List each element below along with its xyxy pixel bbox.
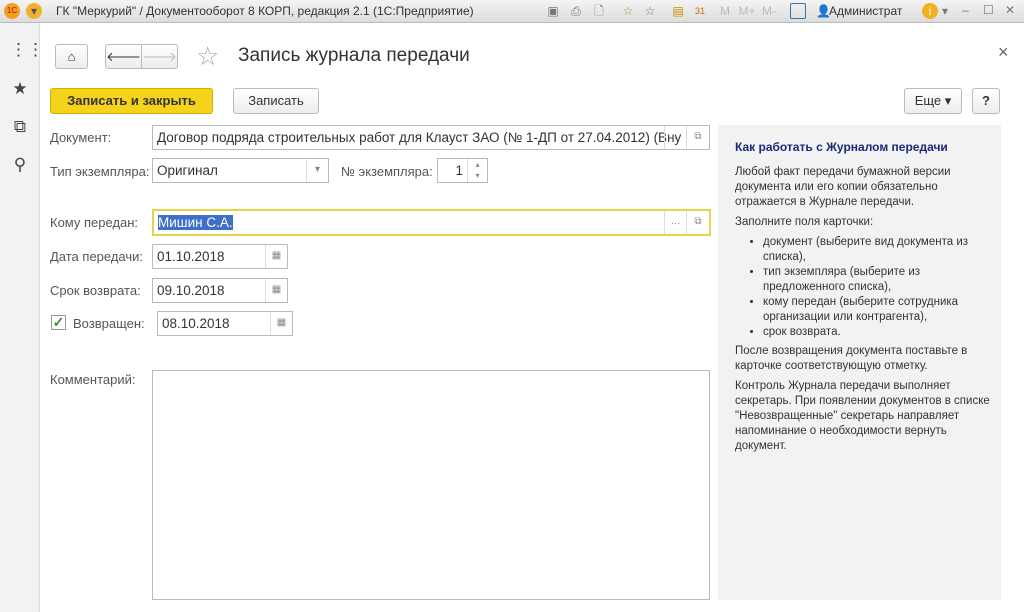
panels-icon[interactable] — [790, 3, 806, 19]
copy-no-label: № экземпляра: — [341, 164, 433, 179]
returned-date-value: 08.10.2018 — [162, 316, 230, 331]
returned-checkbox[interactable]: ✓ — [51, 315, 66, 330]
return-due-field[interactable]: 09.10.2018 ▦ — [152, 278, 288, 303]
recipient-field[interactable]: Мишин С.А. … ⧉ — [152, 209, 711, 236]
menu-grid-icon[interactable]: ⋮⋮ — [10, 40, 44, 60]
print-icon[interactable]: ⎙ — [568, 3, 584, 19]
document-value: Договор подряда строительных работ для К… — [157, 130, 682, 145]
copy-type-value: Оригинал — [157, 163, 218, 178]
page-title: Запись журнала передачи — [238, 45, 470, 66]
window-title: ГК "Меркурий" / Документооборот 8 КОРП, … — [56, 4, 474, 18]
more-label: Еще — [914, 93, 942, 108]
comment-label: Комментарий: — [50, 372, 136, 387]
sidebar: ⋮⋮ ★ ⧉ ⚲ — [0, 23, 44, 612]
help-panel: Как работать с Журналом передачи Любой ф… — [718, 125, 1001, 600]
1c-logo-icon: 1С — [4, 3, 20, 19]
select-button[interactable]: … — [664, 126, 686, 149]
memory-mplus[interactable]: M+ — [737, 3, 757, 19]
save-icon[interactable]: ▣ — [545, 3, 561, 19]
help-list-item: срок возврата. — [763, 325, 991, 340]
help-p2: Заполните поля карточки: — [735, 216, 874, 228]
back-button[interactable]: 🡐 — [105, 44, 142, 69]
user-name[interactable]: Администрат — [829, 4, 902, 18]
help-list-item: документ (выберите вид документа из спис… — [763, 235, 991, 265]
search-icon[interactable]: ⚲ — [10, 155, 30, 175]
returned-label: Возвращен: — [73, 316, 145, 331]
arrow-left-icon: 🡐 — [106, 49, 141, 64]
copy-no-stepper[interactable]: 1 ▴ ▾ — [437, 158, 488, 183]
history-icon[interactable]: ⧉ — [10, 117, 30, 137]
help-p4: Контроль Журнала передачи выполняет секр… — [735, 380, 990, 452]
help-list: документ (выберите вид документа из спис… — [763, 235, 991, 340]
favorite-star-icon[interactable]: ☆ — [196, 41, 219, 72]
help-button[interactable]: ? — [972, 88, 1000, 114]
calendar-icon[interactable]: 31 — [692, 3, 708, 19]
document-label: Документ: — [50, 130, 112, 145]
comment-textarea[interactable] — [152, 370, 710, 600]
favorites-star-icon[interactable]: ★ — [10, 79, 30, 99]
forward-button[interactable]: 🡒 — [141, 44, 178, 69]
title-bar: 1С ▾ ГК "Меркурий" / Документооборот 8 К… — [0, 0, 1024, 23]
save-and-close-button[interactable]: Записать и закрыть — [50, 88, 213, 114]
help-list-item: кому передан (выберите сотрудника органи… — [763, 295, 991, 325]
copy-type-label: Тип экземпляра: — [50, 164, 150, 179]
calendar-icon[interactable]: ▦ — [270, 312, 292, 335]
preview-icon[interactable]: 🗋 — [591, 3, 607, 19]
home-icon: ⌂ — [67, 49, 76, 64]
document-field[interactable]: Договор подряда строительных работ для К… — [152, 125, 710, 150]
window-close-icon[interactable]: ✕ — [1005, 3, 1015, 17]
info-icon[interactable]: i — [922, 3, 938, 19]
memory-m[interactable]: M — [717, 3, 733, 19]
chevron-down-icon[interactable]: ▾ — [306, 159, 328, 182]
calendar-icon[interactable]: ▦ — [265, 245, 287, 268]
select-button[interactable]: … — [664, 211, 686, 234]
open-icon[interactable]: ⧉ — [686, 126, 709, 149]
calendar-icon[interactable]: ▦ — [265, 279, 287, 302]
open-icon[interactable]: ⧉ — [686, 211, 709, 234]
arrow-right-icon: 🡒 — [142, 49, 177, 64]
recipient-value: Мишин С.А. — [158, 215, 233, 230]
home-button[interactable]: ⌂ — [55, 44, 88, 69]
favorites-add-icon[interactable]: ☆ — [620, 3, 636, 19]
returned-date-field[interactable]: 08.10.2018 ▦ — [157, 311, 293, 336]
help-list-item: тип экземпляра (выберите из предложенног… — [763, 265, 991, 295]
transfer-date-value: 01.10.2018 — [157, 249, 225, 264]
help-title: Как работать с Журналом передачи — [735, 140, 948, 154]
copy-type-select[interactable]: Оригинал ▾ — [152, 158, 329, 183]
minimize-icon[interactable]: – — [962, 3, 969, 17]
save-button[interactable]: Записать — [233, 88, 319, 114]
copy-no-value: 1 — [455, 163, 463, 178]
info-dropdown-icon[interactable]: ▾ — [942, 4, 948, 18]
recipient-label: Кому передан: — [50, 215, 139, 230]
stepper-arrows-icon[interactable]: ▴ ▾ — [467, 159, 487, 182]
return-due-value: 09.10.2018 — [157, 283, 225, 298]
calculator-icon[interactable]: ▤ — [670, 3, 686, 19]
favorites-icon[interactable]: ☆ — [642, 3, 658, 19]
transfer-date-field[interactable]: 01.10.2018 ▦ — [152, 244, 288, 269]
return-due-label: Срок возврата: — [50, 283, 141, 298]
maximize-icon[interactable]: ☐ — [983, 3, 994, 17]
main-menu-icon[interactable]: ▾ — [26, 3, 42, 19]
help-p3: После возвращения документа поставьте в … — [735, 345, 968, 372]
help-p1: Любой факт передачи бумажной версии доку… — [735, 166, 951, 208]
memory-mminus[interactable]: M- — [759, 3, 779, 19]
close-icon[interactable]: × — [998, 42, 1009, 63]
more-button[interactable]: Еще ▾ — [904, 88, 962, 114]
transfer-date-label: Дата передачи: — [50, 249, 144, 264]
